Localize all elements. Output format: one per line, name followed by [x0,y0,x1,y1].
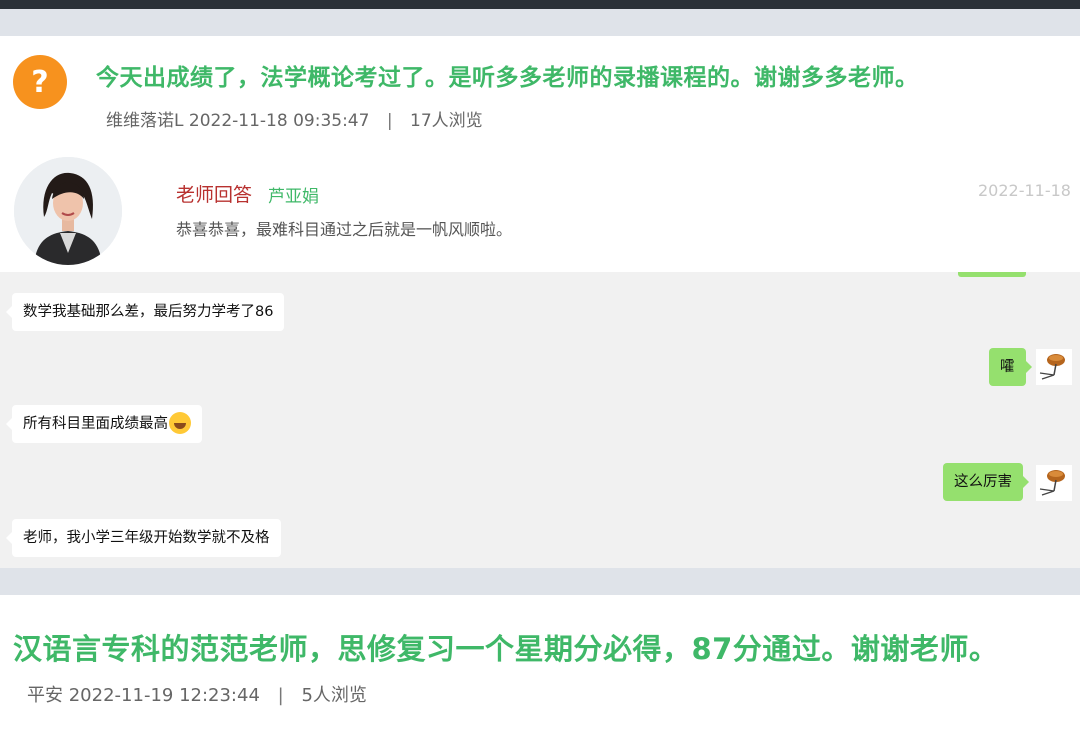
question-meta: 维维落诺L 2022-11-18 09:35:47 | 17人浏览 [106,106,483,131]
chat-message-left: 所有科目里面成绩最高 [6,405,202,443]
chat-bubble-fragment [958,272,1026,277]
question-meta: 平安 2022-11-19 12:23:44 | 5人浏览 [27,681,367,707]
meta-separator: | [277,685,284,706]
teacher-answer-text: 恭喜恭喜，最难科目通过之后就是一帆风顺啦。 [176,220,513,239]
chat-message-text: 这么厉害 [954,474,1012,490]
chat-message-left: 数学我基础那么差，最后努力学考了86 [5,293,285,331]
mushroom-avatar-icon [1036,349,1072,385]
post-datetime: 2022-11-19 12:23:44 [68,685,260,706]
laughing-tears-emoji-icon [169,412,191,434]
author-name[interactable]: 维维落诺L [106,111,183,131]
question-card-2 [0,595,1080,746]
post-datetime: 2022-11-18 09:35:47 [188,111,370,131]
teacher-answer-label: 老师回答 [176,184,253,206]
section-gap-middle [0,568,1080,595]
teacher-avatar[interactable] [14,157,122,265]
chat-screenshot: 数学我基础那么差，最后努力学考了86 嚯 所有科目里面成绩最高 这么厉害 老师，… [0,272,1080,568]
view-count: 5人浏览 [301,685,367,706]
chat-message-text: 数学我基础那么差，最后努力学考了86 [23,304,274,320]
teacher-name[interactable]: 芦亚娟 [268,182,319,207]
chat-message-text: 所有科目里面成绩最高 [23,416,168,432]
meta-separator: | [386,111,393,131]
author-name[interactable]: 平安 [27,685,63,706]
mushroom-avatar-icon [1036,465,1072,501]
chat-message-text: 老师，我小学三年级开始数学就不及格 [23,530,270,546]
answer-date: 2022-11-18 [978,181,1071,200]
top-bar [0,0,1080,9]
chat-message-left: 老师，我小学三年级开始数学就不及格 [6,519,281,557]
question-title[interactable]: 今天出成绩了，法学概论考过了。是听多多老师的录播课程的。谢谢多多老师。 [96,58,919,92]
section-gap-top [0,9,1080,36]
chat-message-text: 嚯 [1000,359,1015,375]
view-count: 17人浏览 [410,111,483,131]
question-title[interactable]: 汉语言专科的范范老师，思修复习一个星期分必得，87分通过。谢谢老师。 [13,626,998,668]
chat-message-right: 嚯 [989,348,1031,386]
teacher-photo-icon [14,157,122,265]
question-mark-icon: ? [13,55,67,109]
chat-message-right: 这么厉害 [943,463,1029,501]
